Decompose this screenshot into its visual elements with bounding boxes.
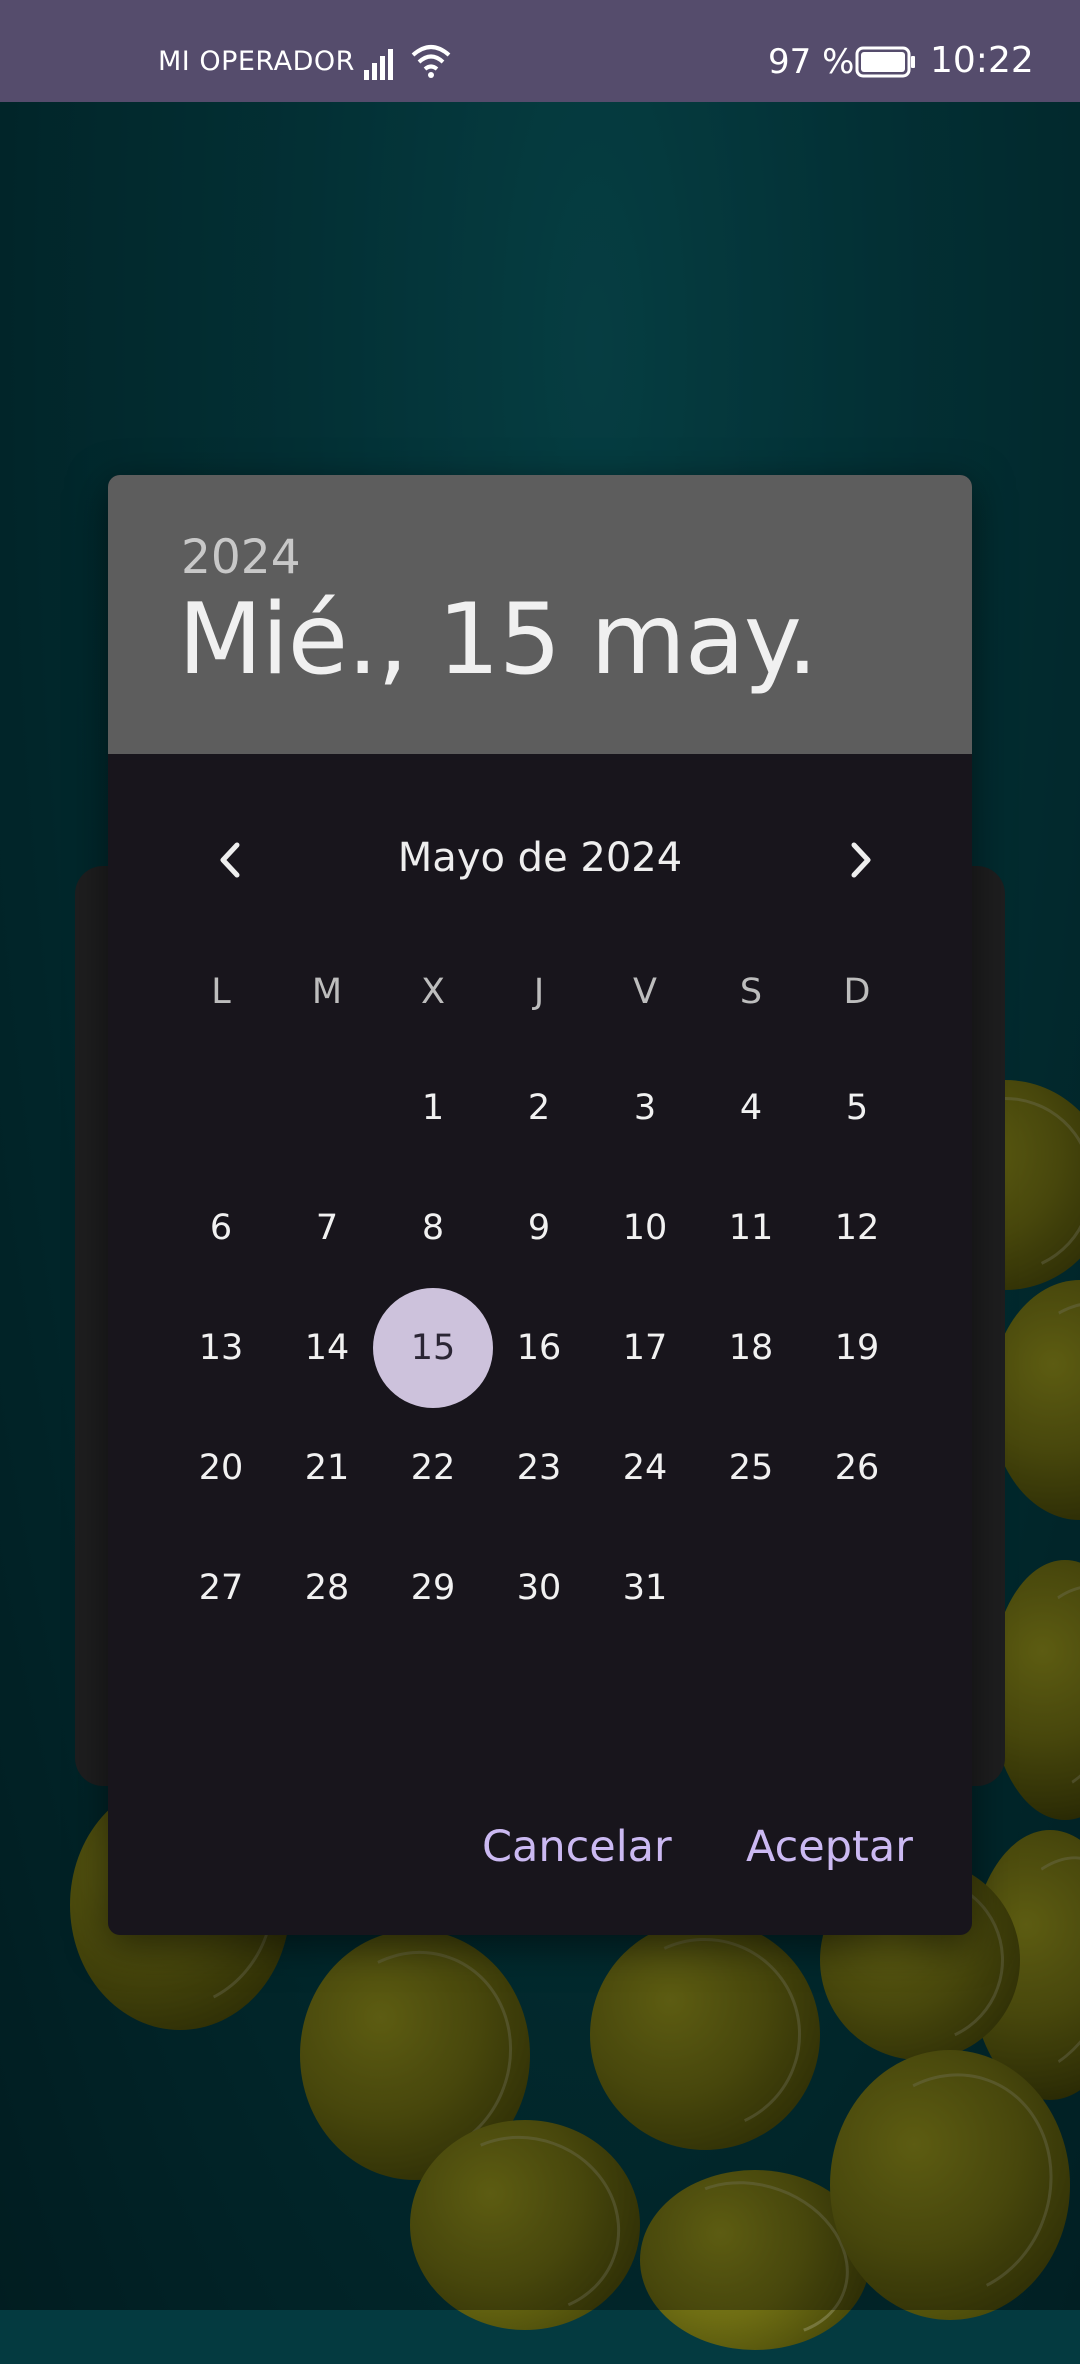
calendar-day[interactable]: 17 <box>592 1295 698 1401</box>
next-month-button[interactable] <box>831 830 891 890</box>
calendar-day[interactable]: 11 <box>698 1175 804 1281</box>
header-year[interactable]: 2024 <box>181 530 301 585</box>
weekday-label: L <box>211 972 231 1012</box>
date-picker-dialog: 2024 Mié., 15 may. Mayo de 2024 L M X J … <box>108 475 972 1935</box>
calendar-day[interactable]: 5 <box>804 1055 910 1161</box>
date-picker-header: 2024 Mié., 15 may. <box>108 475 972 754</box>
calendar-day[interactable]: 16 <box>486 1295 592 1401</box>
accept-button[interactable]: Aceptar <box>746 1822 913 1872</box>
calendar-day-selected[interactable]: 15 <box>373 1288 493 1408</box>
calendar-day[interactable]: 7 <box>274 1175 380 1281</box>
battery-icon <box>855 46 915 78</box>
calendar-day[interactable]: 21 <box>274 1415 380 1521</box>
calendar-day[interactable]: 28 <box>274 1535 380 1641</box>
weekday-label: V <box>633 972 657 1012</box>
cancel-button[interactable]: Cancelar <box>482 1822 672 1872</box>
wifi-icon <box>411 45 451 78</box>
battery-percent: 97 % <box>768 42 855 82</box>
calendar-day[interactable]: 14 <box>274 1295 380 1401</box>
calendar-day[interactable]: 9 <box>486 1175 592 1281</box>
clock: 10:22 <box>930 40 1034 81</box>
calendar-day[interactable]: 23 <box>486 1415 592 1521</box>
calendar-day[interactable]: 13 <box>168 1295 274 1401</box>
calendar-day[interactable]: 1 <box>380 1055 486 1161</box>
weekday-label: S <box>739 972 763 1012</box>
calendar-day[interactable]: 29 <box>380 1535 486 1641</box>
calendar-day[interactable]: 8 <box>380 1175 486 1281</box>
weekday-label: J <box>533 972 545 1012</box>
signal-icon <box>364 49 393 80</box>
calendar-day[interactable]: 12 <box>804 1175 910 1281</box>
calendar-day[interactable]: 3 <box>592 1055 698 1161</box>
calendar-day[interactable]: 27 <box>168 1535 274 1641</box>
calendar-day[interactable]: 19 <box>804 1295 910 1401</box>
calendar-day[interactable]: 31 <box>592 1535 698 1641</box>
weekday-label: M <box>311 972 343 1012</box>
calendar-day[interactable]: 4 <box>698 1055 804 1161</box>
calendar-day[interactable]: 26 <box>804 1415 910 1521</box>
weekday-label: X <box>421 972 445 1012</box>
calendar-day[interactable]: 10 <box>592 1175 698 1281</box>
calendar-day[interactable]: 2 <box>486 1055 592 1161</box>
status-bar: MI OPERADOR 97 % 10:22 <box>0 0 1080 102</box>
calendar-day[interactable]: 24 <box>592 1415 698 1521</box>
calendar-day[interactable]: 20 <box>168 1415 274 1521</box>
calendar-day[interactable]: 25 <box>698 1415 804 1521</box>
calendar-day[interactable]: 18 <box>698 1295 804 1401</box>
calendar-day[interactable]: 22 <box>380 1415 486 1521</box>
weekday-label: D <box>843 972 871 1012</box>
calendar-day[interactable]: 6 <box>168 1175 274 1281</box>
header-selected-date: Mié., 15 may. <box>178 583 818 697</box>
carrier-name: MI OPERADOR <box>158 46 355 77</box>
chevron-right-icon <box>851 842 871 878</box>
calendar-day[interactable]: 30 <box>486 1535 592 1641</box>
